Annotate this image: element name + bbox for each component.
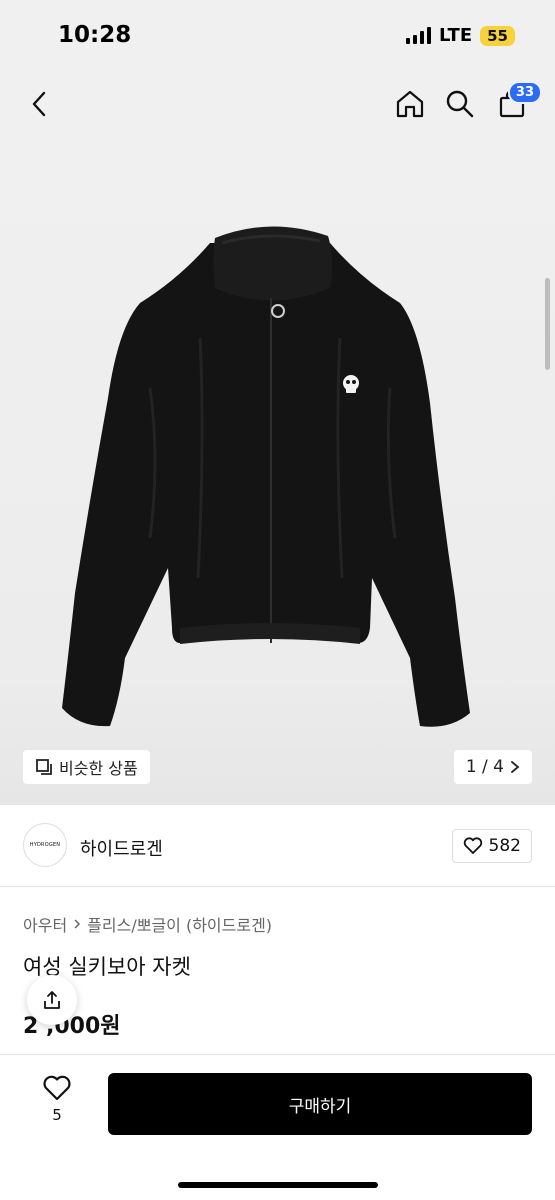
share-button[interactable] [27, 975, 77, 1025]
home-indicator [178, 1182, 378, 1188]
status-time: 10:28 [58, 22, 132, 48]
similar-products-button[interactable]: 비슷한 상품 [23, 750, 150, 784]
share-icon [44, 991, 60, 1009]
chevron-right-icon [74, 919, 81, 929]
heart-icon [463, 837, 482, 854]
shop-name[interactable]: 하이드로겐 [80, 835, 163, 861]
shop-logo[interactable]: HYDROGEN [23, 823, 67, 867]
heart-icon [43, 1075, 71, 1101]
shop-like-button[interactable]: 582 [451, 829, 532, 863]
product-image-gallery[interactable]: 비슷한 상품 1 / 4 [0, 138, 555, 805]
chevron-left-icon [32, 91, 46, 117]
breadcrumb-category[interactable]: 아우터 [23, 912, 67, 936]
search-icon [446, 90, 474, 118]
shop-row: HYDROGEN 하이드로겐 582 [0, 805, 555, 887]
bottom-action-bar: 5 구매하기 [0, 1054, 555, 1200]
wishlist-count: 5 [52, 1106, 62, 1124]
cart-count-badge: 33 [507, 81, 542, 104]
chevron-right-icon [511, 761, 520, 773]
similar-icon [36, 759, 52, 775]
network-label: LTE [439, 25, 473, 46]
breadcrumb: 아우터 플리스/뽀글이 (하이드로겐) [23, 912, 272, 936]
breadcrumb-subcategory[interactable]: 플리스/뽀글이 (하이드로겐) [87, 912, 272, 936]
home-icon [396, 90, 424, 118]
home-button[interactable] [390, 84, 430, 124]
search-button[interactable] [440, 84, 480, 124]
buy-button[interactable]: 구매하기 [108, 1073, 532, 1135]
cart-button[interactable]: 33 [492, 81, 542, 124]
top-nav: 33 [0, 72, 555, 138]
status-bar: 10:28 LTE 55 [0, 0, 555, 72]
similar-products-label: 비슷한 상품 [59, 759, 138, 778]
product-image [62, 226, 470, 727]
wishlist-button[interactable]: 5 [33, 1075, 81, 1124]
back-button[interactable] [20, 84, 60, 124]
signal-icon [406, 27, 432, 44]
page-indicator-text: 1 / 4 [465, 757, 504, 777]
image-page-indicator[interactable]: 1 / 4 [453, 750, 532, 784]
shop-like-count: 582 [488, 836, 521, 856]
status-indicators: LTE 55 [406, 25, 515, 46]
battery-icon: 55 [480, 25, 515, 46]
